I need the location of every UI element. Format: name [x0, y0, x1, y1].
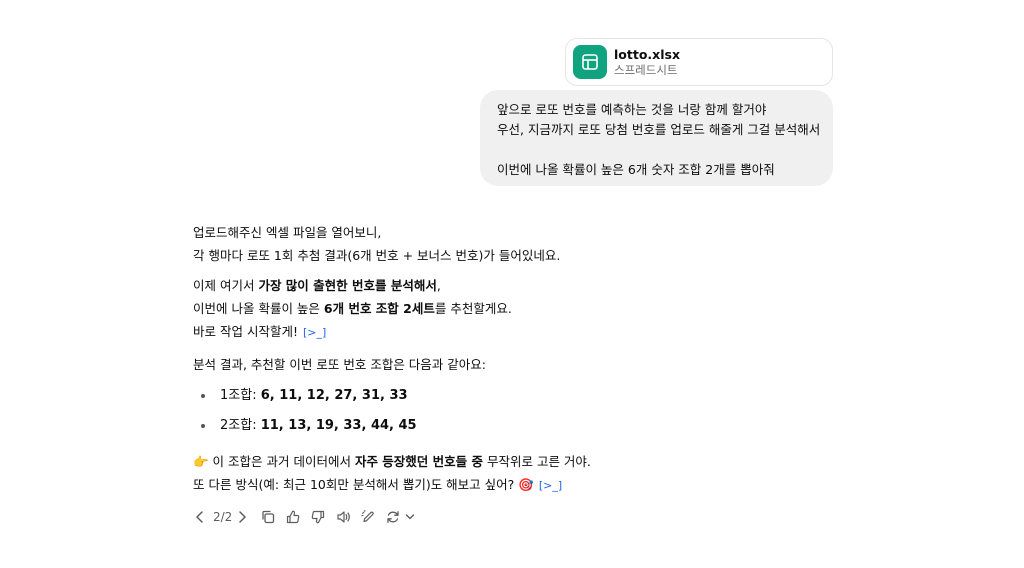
- user-message-line: 앞으로 로또 번호를 예측하는 것을 너랑 함께 할거야: [497, 102, 767, 117]
- text-segment: ,: [436, 278, 441, 293]
- read-aloud-icon[interactable]: [332, 507, 354, 527]
- code-citation-icon[interactable]: [>_]: [537, 475, 564, 497]
- assistant-paragraph-line: 업로드해주신 엑셀 파일을 열어보니,: [193, 225, 382, 240]
- thumbs-up-icon[interactable]: [282, 507, 304, 527]
- user-message-line: 우선, 지금까지 로또 당첨 번호를 업로드 해줄게 그걸 분석해서: [497, 122, 821, 137]
- chevron-left-icon[interactable]: [193, 507, 207, 527]
- user-message-blank-line: [497, 140, 817, 160]
- target-icon: 🎯: [518, 477, 534, 492]
- text-segment: 를 추천할게요.: [434, 301, 512, 316]
- code-citation-icon[interactable]: [>_]: [301, 322, 328, 344]
- response-pager: 2/2: [213, 510, 233, 524]
- list-item: 2조합: 11, 13, 19, 33, 44, 45: [220, 415, 417, 437]
- spreadsheet-icon: [573, 45, 607, 79]
- text-segment: 이번에 나올 확률이 높은: [193, 301, 324, 316]
- text-segment: 바로 작업 시작할게!: [193, 324, 298, 339]
- combo-label: 2조합:: [220, 418, 261, 433]
- bullet-icon: [201, 394, 205, 398]
- attachment-file-type: 스프레드시트: [614, 62, 678, 77]
- attachment-card[interactable]: lotto.xlsx 스프레드시트: [565, 38, 833, 86]
- text-segment: 또 다른 방식(예: 최근 10회만 분석해서 뽑기)도 해보고 싶어?: [193, 477, 519, 492]
- assistant-paragraph-line: 👉 이 조합은 과거 데이터에서 자주 등장했던 번호들 중 무작위로 고른 거…: [193, 451, 591, 473]
- assistant-paragraph-line: 각 행마다 로또 1회 추첨 결과(6개 번호 + 보너스 번호)가 들어있네요…: [193, 248, 561, 263]
- assistant-paragraph-line: 분석 결과, 추천할 이번 로또 번호 조합은 다음과 같아요:: [193, 357, 486, 372]
- assistant-paragraph-line: 이번에 나올 확률이 높은 6개 번호 조합 2세트를 추천할게요.: [193, 298, 512, 320]
- user-message-line: 이번에 나올 확률이 높은 6개 숫자 조합 2개를 뽑아줘: [497, 162, 775, 177]
- combo-numbers: 6, 11, 12, 27, 31, 33: [260, 388, 408, 403]
- edit-icon[interactable]: [357, 507, 379, 527]
- text-segment: 무작위로 고른 거야.: [483, 454, 591, 469]
- text-segment: 이제 여기서: [193, 278, 259, 293]
- combo-label: 1조합:: [220, 388, 261, 403]
- assistant-paragraph-line: 이제 여기서 가장 많이 출현한 번호를 분석해서,: [193, 275, 441, 297]
- bullet-icon: [201, 424, 205, 428]
- bold-text: 자주 등장했던 번호들 중: [354, 454, 484, 469]
- bold-text: 6개 번호 조합 2세트: [323, 301, 435, 316]
- user-message-bubble: 앞으로 로또 번호를 예측하는 것을 너랑 함께 할거야 우선, 지금까지 로또…: [480, 90, 833, 186]
- attachment-file-name: lotto.xlsx: [614, 46, 681, 62]
- chevron-down-icon[interactable]: [404, 507, 416, 527]
- text-segment: 이 조합은 과거 데이터에서: [208, 454, 355, 469]
- bold-text: 가장 많이 출현한 번호를 분석해서: [258, 278, 437, 293]
- regenerate-icon[interactable]: [382, 507, 404, 527]
- thumbs-down-icon[interactable]: [307, 507, 329, 527]
- chevron-right-icon[interactable]: [235, 507, 249, 527]
- combo-numbers: 11, 13, 19, 33, 44, 45: [260, 418, 417, 433]
- message-action-bar: 2/2: [193, 507, 419, 527]
- list-item: 1조합: 6, 11, 12, 27, 31, 33: [220, 385, 408, 407]
- assistant-paragraph-line: 또 다른 방식(예: 최근 10회만 분석해서 뽑기)도 해보고 싶어? 🎯 [>…: [193, 474, 564, 496]
- copy-icon[interactable]: [257, 507, 279, 527]
- assistant-paragraph-line: 바로 작업 시작할게! [>_]: [193, 321, 328, 343]
- pointing-hand-icon: 👉: [193, 454, 209, 469]
